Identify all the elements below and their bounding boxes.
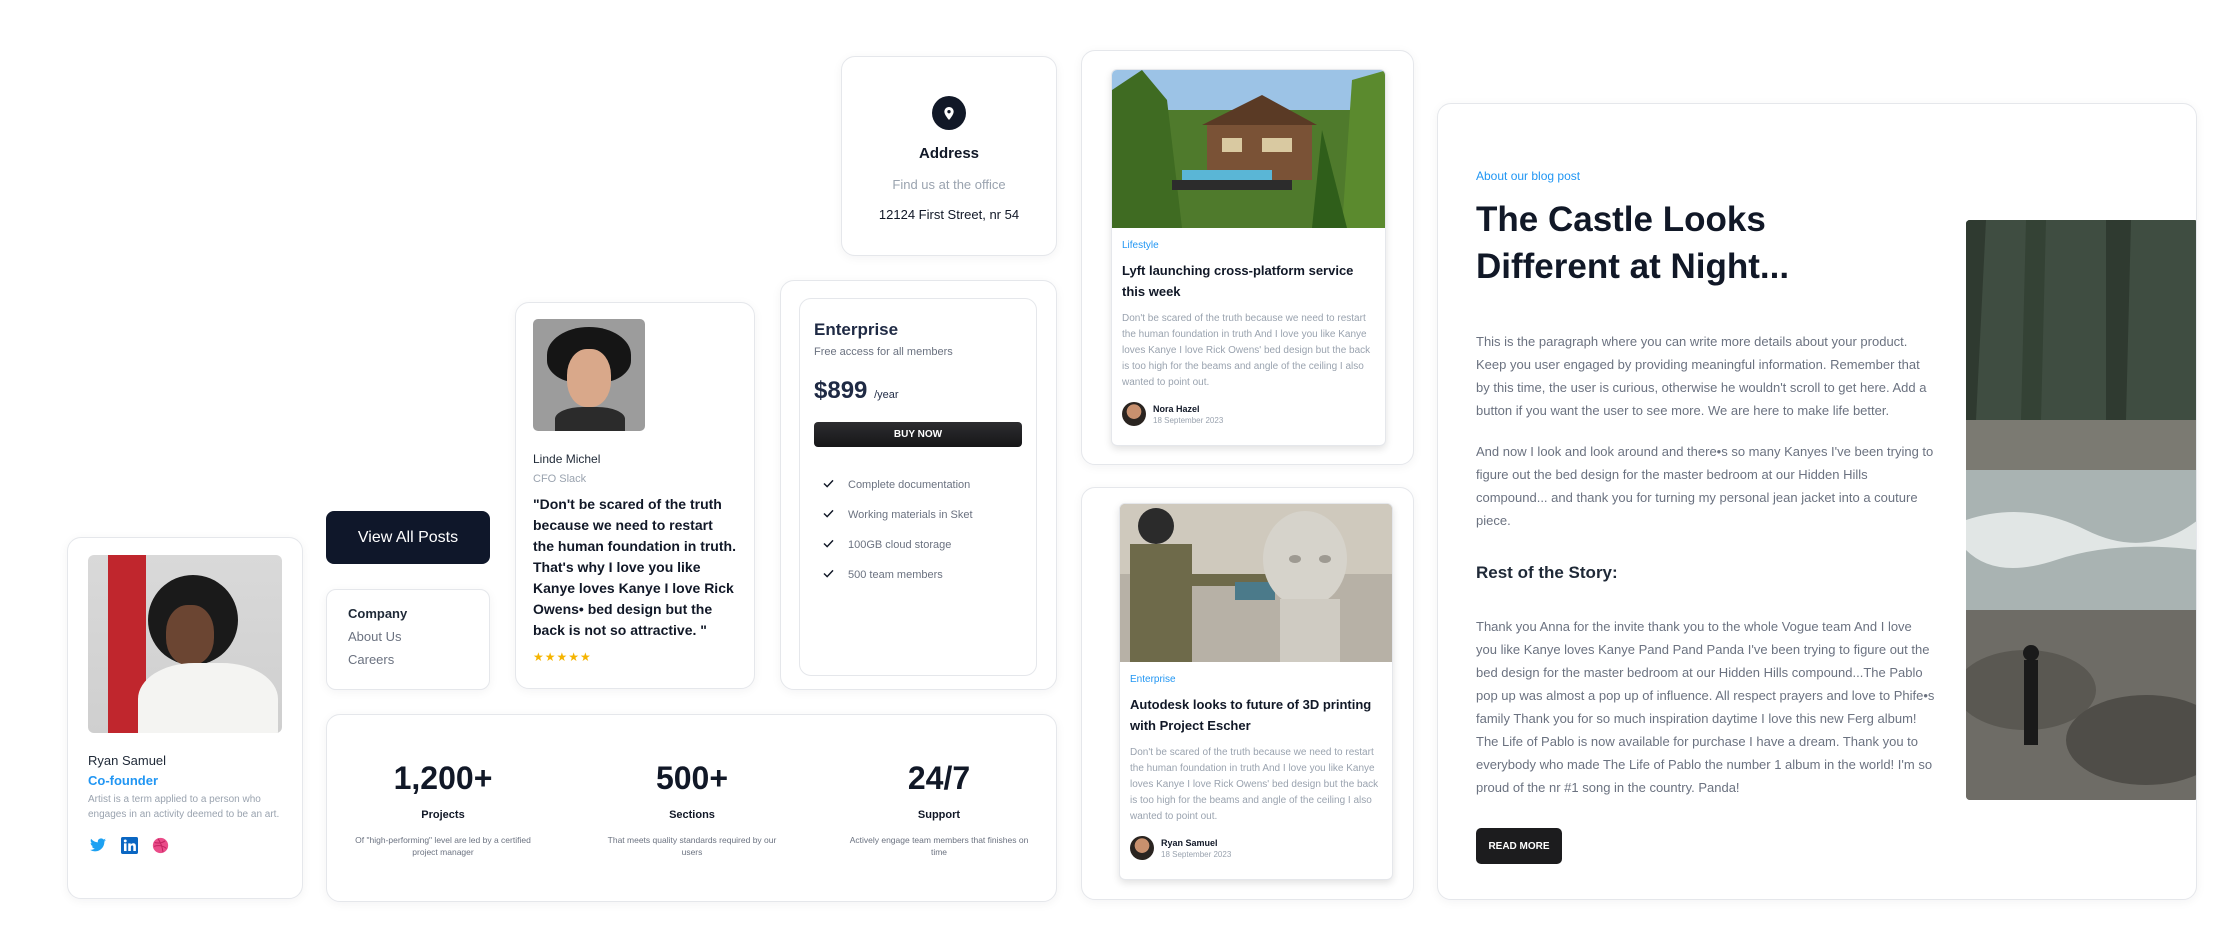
- feature-item: 500 team members: [823, 560, 1022, 590]
- check-icon: [823, 509, 834, 521]
- avatar: [1122, 402, 1146, 426]
- article-hero-image: [1966, 220, 2196, 800]
- stat-label: Sections: [669, 809, 715, 821]
- careers-link[interactable]: Careers: [348, 652, 468, 667]
- blog-category: Lifestyle: [1122, 240, 1159, 251]
- rating-stars: ★★★★★: [533, 650, 592, 664]
- dribbble-icon[interactable]: [150, 835, 170, 855]
- address-subtitle: Find us at the office: [892, 177, 1006, 192]
- price-amount: $899: [814, 377, 868, 404]
- feature-item: Complete documentation: [823, 470, 1022, 500]
- stat-projects: 1,200+ Projects Of "high-performing" lev…: [343, 760, 543, 858]
- stat-value: 500+: [655, 760, 729, 796]
- blog-category: Enterprise: [1130, 674, 1176, 685]
- blog-author: Nora Hazel 18 September 2023: [1122, 402, 1375, 426]
- address-title: Address: [918, 145, 980, 162]
- stat-description: Of "high-performing" level are led by a …: [355, 835, 531, 857]
- pricing-card: Enterprise Free access for all members $…: [799, 298, 1037, 676]
- twitter-icon[interactable]: [88, 835, 108, 855]
- avatar: [1130, 836, 1154, 860]
- stats-card: 1,200+ Projects Of "high-performing" lev…: [326, 714, 1057, 902]
- read-more-button[interactable]: READ MORE: [1476, 828, 1562, 864]
- profile-bio: Artist is a term applied to a person who…: [88, 794, 280, 820]
- blog-card[interactable]: Enterprise Autodesk looks to future of 3…: [1119, 503, 1393, 880]
- article-story: Thank you Anna for the invite thank you …: [1476, 619, 1935, 795]
- stat-label: Projects: [421, 809, 465, 821]
- price-period: /year: [874, 389, 899, 401]
- plan-description: Free access for all members: [814, 346, 953, 358]
- blog-title[interactable]: Autodesk looks to future of 3D printing …: [1130, 694, 1382, 736]
- stat-sections: 500+ Sections That meets quality standar…: [592, 760, 792, 858]
- stat-description: Actively engage team members that finish…: [849, 835, 1029, 857]
- linkedin-icon[interactable]: [119, 835, 139, 855]
- blog-excerpt: Don't be scared of the truth because we …: [1130, 747, 1379, 822]
- article-subheading: Rest of the Story:: [1476, 563, 1618, 582]
- company-heading: Company: [348, 606, 408, 621]
- profile-photo: [88, 555, 282, 733]
- location-pin-icon: [932, 96, 966, 130]
- feature-label: Complete documentation: [848, 479, 971, 491]
- testimonial-company: CFO Slack: [533, 473, 587, 485]
- article-paragraph: This is the paragraph where you can writ…: [1476, 334, 1927, 418]
- blog-card[interactable]: Lifestyle Lyft launching cross-platform …: [1111, 69, 1386, 446]
- profile-name: Ryan Samuel: [88, 753, 167, 768]
- post-date: 18 September 2023: [1153, 415, 1224, 425]
- social-links: [88, 835, 282, 855]
- testimonial-avatar: [533, 319, 645, 431]
- testimonial-card: Linde Michel CFO Slack "Don't be scared …: [515, 302, 755, 689]
- check-icon: [823, 479, 834, 491]
- profile-card: Ryan Samuel Co-founder Artist is a term …: [67, 537, 303, 899]
- stat-support: 24/7 Support Actively engage team member…: [839, 760, 1039, 858]
- about-us-link[interactable]: About Us: [348, 629, 468, 644]
- plan-price: $899 /year: [814, 377, 1022, 405]
- plan-name: Enterprise: [814, 320, 899, 339]
- profile-role: Co-founder: [88, 773, 159, 788]
- article-card: About our blog post The Castle Looks Dif…: [1437, 103, 2197, 900]
- check-icon: [823, 539, 834, 551]
- stat-value: 1,200+: [393, 760, 493, 796]
- check-icon: [823, 569, 834, 581]
- address-card: Address Find us at the office 12124 Firs…: [841, 56, 1057, 256]
- testimonial-name: Linde Michel: [533, 452, 601, 466]
- view-all-posts-button[interactable]: View All Posts: [326, 511, 490, 564]
- blog-author: Ryan Samuel 18 September 2023: [1130, 836, 1382, 860]
- blog-image-sculptor: [1120, 504, 1392, 662]
- feature-label: 500 team members: [848, 569, 943, 581]
- feature-item: Working materials in Sket: [823, 500, 1022, 530]
- author-name: Nora Hazel: [1153, 403, 1200, 414]
- author-name: Ryan Samuel: [1161, 837, 1218, 848]
- blog-excerpt: Don't be scared of the truth because we …: [1122, 313, 1371, 388]
- stat-label: Support: [917, 809, 961, 821]
- stat-description: That meets quality standards required by…: [607, 835, 777, 857]
- blog-image-treehouse: [1112, 70, 1385, 228]
- blog-title[interactable]: Lyft launching cross-platform service th…: [1122, 260, 1375, 302]
- feature-label: 100GB cloud storage: [848, 539, 952, 551]
- address-line: 12124 First Street, nr 54: [878, 207, 1020, 222]
- testimonial-quote: "Don't be scared of the truth because we…: [533, 496, 736, 638]
- feature-list: Complete documentation Working materials…: [814, 470, 1022, 590]
- article-kicker: About our blog post: [1476, 169, 1581, 183]
- post-date: 18 September 2023: [1161, 849, 1232, 859]
- company-links-card: Company About Us Careers: [326, 589, 490, 690]
- feature-item: 100GB cloud storage: [823, 530, 1022, 560]
- feature-label: Working materials in Sket: [848, 509, 973, 521]
- stat-value: 24/7: [907, 760, 971, 796]
- article-paragraph: And now I look and look around and there…: [1476, 444, 1934, 528]
- buy-now-button[interactable]: BUY NOW: [814, 422, 1022, 447]
- article-title: The Castle Looks Different at Night...: [1476, 200, 1790, 286]
